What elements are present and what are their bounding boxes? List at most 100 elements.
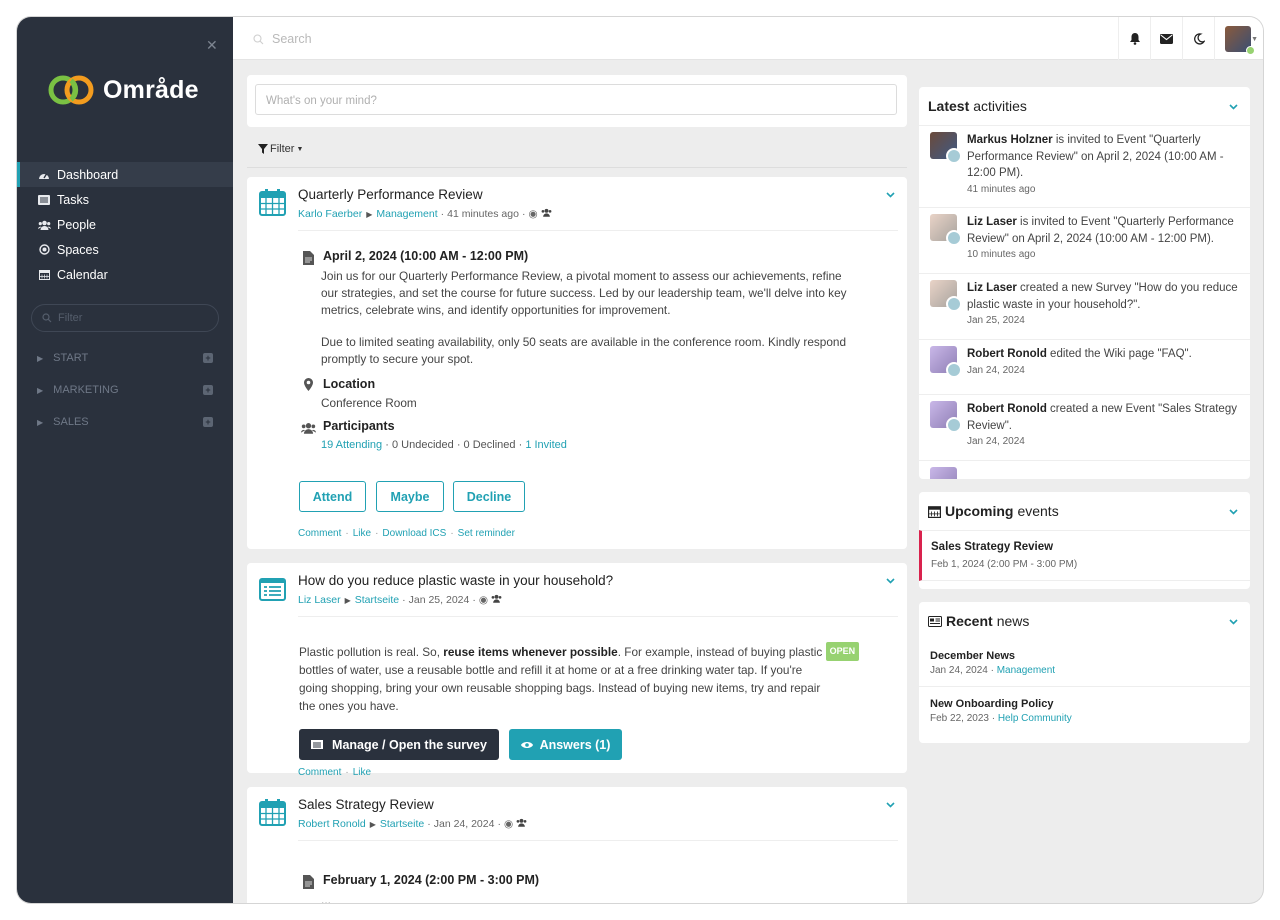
sidebar-item-tasks[interactable]: Tasks xyxy=(17,187,233,212)
chevron-down-icon[interactable] xyxy=(886,575,895,587)
activity-item[interactable]: Markus Holzner is invited to Event "Quar… xyxy=(919,125,1250,207)
visibility-icon: ◉ xyxy=(503,818,514,830)
file-icon xyxy=(303,251,314,270)
search-input[interactable]: Search xyxy=(253,32,312,46)
bell-icon[interactable] xyxy=(1118,17,1150,60)
caret-right-icon: ▶ xyxy=(344,595,351,605)
download-ics-link[interactable]: Download ICS xyxy=(382,528,446,539)
people-icon xyxy=(37,220,51,230)
activity-time: Jan 24, 2024 xyxy=(967,436,1025,447)
post-time: 41 minutes ago xyxy=(447,208,519,220)
moon-icon[interactable] xyxy=(1182,17,1214,60)
chevron-down-icon[interactable] xyxy=(1229,101,1238,113)
comment-link[interactable]: Comment xyxy=(298,528,341,539)
sidebar-item-spaces[interactable]: Spaces xyxy=(17,237,233,262)
event-date: February 1, 2024 (2:00 PM - 3:00 PM) xyxy=(323,873,540,887)
sidebar-group-start[interactable]: ▶ START + xyxy=(37,348,213,368)
space-avatar-icon xyxy=(946,296,962,312)
visibility-icon: ◉ xyxy=(528,208,538,220)
news-item[interactable]: December News Jan 24, 2024 · Management xyxy=(930,650,1055,676)
tasks-icon xyxy=(37,194,51,205)
answers-button[interactable]: Answers (1) xyxy=(509,729,622,760)
author-link[interactable]: Robert Ronold xyxy=(298,818,366,830)
activity-user: Robert Ronold xyxy=(967,348,1047,360)
activity-text: edited the Wiki page "FAQ". xyxy=(1046,348,1192,360)
invited-link[interactable]: 1 Invited xyxy=(525,439,567,451)
survey-text-line2: bottles of water, use a reusable bottle … xyxy=(299,663,803,677)
logo[interactable]: Område xyxy=(47,72,199,108)
comment-link[interactable]: Comment xyxy=(298,767,341,778)
activity-user: Robert Ronold xyxy=(967,403,1047,415)
chevron-down-icon[interactable] xyxy=(1229,616,1238,628)
chevron-down-icon[interactable] xyxy=(886,799,895,811)
activity-item[interactable] xyxy=(919,460,1250,479)
activity-item[interactable]: Liz Laser is invited to Event "Quarterly… xyxy=(919,207,1250,273)
set-reminder-link[interactable]: Set reminder xyxy=(458,528,515,539)
sidebar-item-calendar[interactable]: Calendar xyxy=(17,262,233,287)
sidebar-item-label: People xyxy=(57,217,96,232)
add-icon[interactable]: + xyxy=(203,385,213,395)
calendar-icon xyxy=(928,505,941,518)
author-link[interactable]: Karlo Faerber xyxy=(298,208,362,220)
space-link[interactable]: Startseite xyxy=(355,594,399,606)
sidebar-item-dashboard[interactable]: Dashboard xyxy=(17,162,233,187)
add-icon[interactable]: + xyxy=(203,417,213,427)
chevron-down-icon[interactable] xyxy=(886,189,895,201)
maybe-button[interactable]: Maybe xyxy=(376,481,444,512)
composer-input[interactable]: What's on your mind? xyxy=(255,84,897,115)
filter-button[interactable]: Filter ▼ xyxy=(258,143,303,155)
manage-survey-button[interactable]: Manage / Open the survey xyxy=(299,729,499,760)
attend-button[interactable]: Attend xyxy=(299,481,366,512)
event-item[interactable]: Sales Strategy Review Feb 1, 2024 (2:00 … xyxy=(919,530,1250,581)
chevron-down-icon[interactable] xyxy=(1229,506,1238,518)
space-link[interactable]: Management xyxy=(376,208,437,220)
survey-icon xyxy=(259,575,286,606)
file-icon xyxy=(303,875,314,894)
space-avatar-icon xyxy=(946,417,962,433)
news-date: Jan 24, 2024 xyxy=(930,665,988,676)
sidebar-filter-placeholder: Filter xyxy=(58,312,83,324)
panel-title-bold: Upcoming xyxy=(945,503,1014,519)
news-item[interactable]: New Onboarding Policy Feb 22, 2023 · Hel… xyxy=(930,698,1072,724)
envelope-icon[interactable] xyxy=(1150,17,1182,60)
survey-text-bold: reuse items whenever possible xyxy=(443,645,618,659)
add-icon[interactable]: + xyxy=(203,353,213,363)
activity-time: 10 minutes ago xyxy=(967,249,1036,260)
sidebar-group-marketing[interactable]: ▶ MARKETING + xyxy=(37,380,213,400)
sidebar-group-sales[interactable]: ▶ SALES + xyxy=(37,412,213,432)
news-space-link[interactable]: Help Community xyxy=(998,713,1072,724)
news-space-link[interactable]: Management xyxy=(997,665,1055,676)
space-link[interactable]: Startseite xyxy=(380,818,424,830)
like-link[interactable]: Like xyxy=(353,767,371,778)
space-avatar-icon xyxy=(946,230,962,246)
sidebar-close-icon[interactable]: ✕ xyxy=(206,37,218,54)
sidebar-item-people[interactable]: People xyxy=(17,212,233,237)
post-title[interactable]: Sales Strategy Review xyxy=(298,797,434,812)
post-event: Quarterly Performance Review Karlo Faerb… xyxy=(247,177,907,549)
avatar xyxy=(930,132,962,164)
sidebar-filter-input[interactable]: Filter xyxy=(31,304,219,332)
panel-title-bold: Latest xyxy=(928,98,970,114)
sidebar-group-label: START xyxy=(53,352,89,364)
event-date: April 2, 2024 (10:00 AM - 12:00 PM) xyxy=(323,249,529,263)
attending-link[interactable]: 19 Attending xyxy=(321,439,382,451)
answers-label: Answers (1) xyxy=(539,737,611,752)
search-icon xyxy=(42,313,52,323)
participants-summary: 19 Attending · 0 Undecided · 0 Declined … xyxy=(321,439,567,451)
divider xyxy=(298,230,898,231)
people-icon xyxy=(301,421,316,439)
activity-item[interactable]: Robert Ronold edited the Wiki page "FAQ"… xyxy=(919,339,1250,394)
people-icon xyxy=(516,818,527,830)
activity-item[interactable]: Liz Laser created a new Survey "How do y… xyxy=(919,273,1250,339)
like-link[interactable]: Like xyxy=(353,528,371,539)
survey-text-a: Plastic pollution is real. So, xyxy=(299,645,444,659)
post-title[interactable]: Quarterly Performance Review xyxy=(298,187,483,202)
user-menu[interactable]: ▼ xyxy=(1214,17,1263,60)
decline-button[interactable]: Decline xyxy=(453,481,525,512)
activity-item[interactable]: Robert Ronold created a new Event "Sales… xyxy=(919,394,1250,460)
panel-title-rest: events xyxy=(1017,503,1059,519)
filter-icon xyxy=(258,144,268,154)
author-link[interactable]: Liz Laser xyxy=(298,594,341,606)
post-title[interactable]: How do you reduce plastic waste in your … xyxy=(298,573,613,588)
spaces-icon xyxy=(37,244,51,255)
